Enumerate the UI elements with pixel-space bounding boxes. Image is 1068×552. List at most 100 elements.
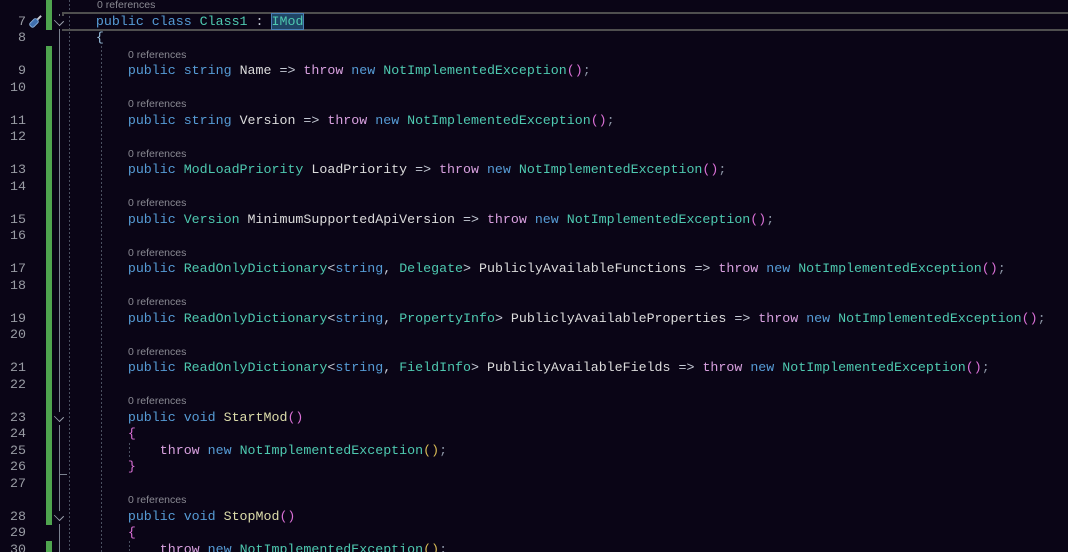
line-number[interactable]: 20 <box>0 327 26 344</box>
line-number[interactable]: 17 <box>0 261 26 278</box>
codelens-references-link[interactable]: 0 references <box>97 0 155 11</box>
code-line-19[interactable]: 19 public ReadOnlyDictionary<string, Pro… <box>0 311 1068 328</box>
line-number[interactable]: 28 <box>0 509 26 526</box>
code-line-21[interactable]: 21 public ReadOnlyDictionary<string, Fie… <box>0 360 1068 377</box>
code-token: throw <box>64 443 208 458</box>
code-line-30[interactable]: 30 throw new NotImplementedException(); <box>0 542 1068 552</box>
line-number[interactable]: 11 <box>0 113 26 130</box>
code-line-12[interactable]: 12 <box>0 129 1068 146</box>
code-line-10[interactable]: 10 <box>0 80 1068 97</box>
code-token: throw <box>487 212 535 227</box>
code-line-22[interactable]: 22 <box>0 377 1068 394</box>
codelens-references-link[interactable]: 0 references <box>128 346 186 358</box>
code-line-11[interactable]: 11 public string Version => throw new No… <box>0 113 1068 130</box>
quick-actions-screwdriver-icon[interactable] <box>27 13 44 35</box>
code-token: => <box>407 162 439 177</box>
code-line-17[interactable]: 17 public ReadOnlyDictionary<string, Del… <box>0 261 1068 278</box>
code-token: PubliclyAvailableFields <box>487 360 671 375</box>
code-line-8[interactable]: 8 { <box>0 30 1068 47</box>
line-number[interactable]: 14 <box>0 179 26 196</box>
code-line-29[interactable]: 29 { <box>0 525 1068 542</box>
code-line-28[interactable]: 28 public void StopMod() <box>0 509 1068 526</box>
code-line-14[interactable]: 14 <box>0 179 1068 196</box>
code-token: PubliclyAvailableFunctions <box>479 261 686 276</box>
line-number[interactable]: 10 <box>0 80 26 97</box>
code-token: NotImplementedException <box>519 162 703 177</box>
code-token: throw <box>64 542 208 552</box>
codelens-references-link[interactable]: 0 references <box>128 197 186 209</box>
code-token: ReadOnlyDictionary <box>184 360 328 375</box>
code-token: > <box>463 261 479 276</box>
line-number[interactable]: 26 <box>0 459 26 476</box>
codelens-references-link[interactable]: 0 references <box>128 494 186 506</box>
code-token: FieldInfo <box>399 360 471 375</box>
line-number[interactable]: 18 <box>0 278 26 295</box>
code-line-13[interactable]: 13 public ModLoadPriority LoadPriority =… <box>0 162 1068 179</box>
codelens-references-link[interactable]: 0 references <box>128 296 186 308</box>
code-token: public string <box>64 63 240 78</box>
line-number[interactable]: 13 <box>0 162 26 179</box>
line-number[interactable]: 30 <box>0 542 26 552</box>
code-token: ; <box>439 542 447 552</box>
code-token: throw <box>439 162 487 177</box>
code-line-24[interactable]: 24 { <box>0 426 1068 443</box>
codelens-references-link[interactable]: 0 references <box>128 247 186 259</box>
code-line-7[interactable]: 7 public class Class1 : IMod <box>0 14 1068 31</box>
code-line-23[interactable]: 23 public void StartMod() <box>0 410 1068 427</box>
line-number[interactable]: 15 <box>0 212 26 229</box>
codelens-row: 0 references <box>0 393 1068 410</box>
code-token: NotImplementedException <box>782 360 966 375</box>
code-token: => <box>686 261 718 276</box>
line-number[interactable]: 16 <box>0 228 26 245</box>
fold-chevron-down-icon[interactable] <box>52 16 67 29</box>
code-token: { <box>64 30 104 45</box>
fold-chevron-down-icon[interactable] <box>52 511 67 524</box>
chevron-down-icon <box>54 15 64 25</box>
code-line-15[interactable]: 15 public Version MinimumSupportedApiVer… <box>0 212 1068 229</box>
line-number[interactable]: 9 <box>0 63 26 80</box>
code-line-16[interactable]: 16 <box>0 228 1068 245</box>
code-rows: 0 references 7 public class Class1 : IMod… <box>0 0 1068 552</box>
line-number[interactable]: 7 <box>0 14 26 31</box>
code-token: () <box>591 113 607 128</box>
code-token: new <box>375 113 407 128</box>
code-line-25[interactable]: 25 throw new NotImplementedException(); <box>0 443 1068 460</box>
code-token: public <box>64 311 184 326</box>
chevron-down-icon <box>54 411 64 421</box>
fold-chevron-down-icon[interactable] <box>52 412 67 425</box>
line-number[interactable]: 8 <box>0 30 26 47</box>
code-line-9[interactable]: 9 public string Name => throw new NotImp… <box>0 63 1068 80</box>
code-token: PropertyInfo <box>399 311 495 326</box>
code-token: public <box>64 212 184 227</box>
codelens-references-link[interactable]: 0 references <box>128 98 186 110</box>
code-token: throw <box>303 63 351 78</box>
code-token: new <box>750 360 782 375</box>
code-token: => <box>271 63 303 78</box>
line-number[interactable]: 12 <box>0 129 26 146</box>
code-line-27[interactable]: 27 <box>0 476 1068 493</box>
line-number[interactable]: 21 <box>0 360 26 377</box>
line-number[interactable]: 25 <box>0 443 26 460</box>
codelens-row: 0 references <box>0 47 1068 64</box>
codelens-references-link[interactable]: 0 references <box>128 49 186 61</box>
code-line-20[interactable]: 20 <box>0 327 1068 344</box>
line-number[interactable]: 19 <box>0 311 26 328</box>
code-token: => <box>295 113 327 128</box>
code-line-26[interactable]: 26 } <box>0 459 1068 476</box>
line-number[interactable]: 27 <box>0 476 26 493</box>
codelens-references-link[interactable]: 0 references <box>128 395 186 407</box>
line-number[interactable]: 22 <box>0 377 26 394</box>
codelens-references-link[interactable]: 0 references <box>128 148 186 160</box>
code-editor[interactable]: 0 references 7 public class Class1 : IMod… <box>0 0 1068 552</box>
line-number[interactable]: 24 <box>0 426 26 443</box>
line-number[interactable]: 29 <box>0 525 26 542</box>
code-token: ; <box>718 162 726 177</box>
code-token: { <box>64 525 136 540</box>
code-token: () <box>702 162 718 177</box>
code-line-18[interactable]: 18 <box>0 278 1068 295</box>
line-number[interactable]: 23 <box>0 410 26 427</box>
code-token: string <box>335 311 383 326</box>
code-token: => <box>455 212 487 227</box>
code-token: : <box>248 14 272 29</box>
code-token: throw <box>758 311 806 326</box>
